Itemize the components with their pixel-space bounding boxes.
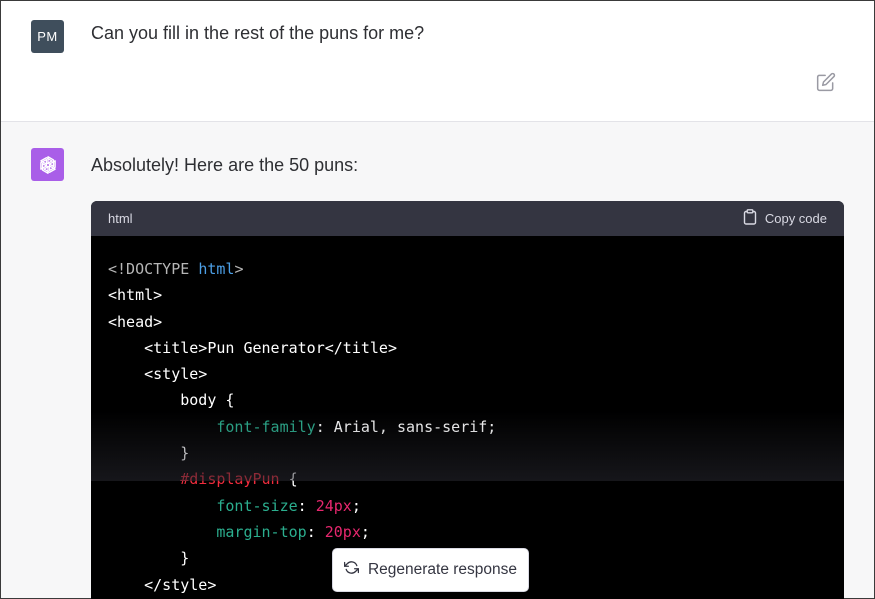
code-token: <style> — [108, 365, 208, 384]
clipboard-icon — [743, 209, 757, 228]
code-line: <!DOCTYPE html> — [108, 256, 844, 282]
code-line: <html> — [108, 282, 844, 308]
copy-code-label: Copy code — [764, 211, 827, 226]
code-token: font-family — [216, 417, 316, 436]
code-token: 24px — [315, 496, 352, 515]
code-token: margin-top — [216, 522, 307, 541]
assistant-message: Absolutely! Here are the 50 puns: html C… — [1, 122, 874, 599]
code-token: : — [297, 496, 316, 515]
code-token: } — [108, 549, 190, 568]
openai-logo-icon — [31, 148, 64, 181]
code-token: <html> — [108, 286, 163, 305]
code-token: ; — [360, 522, 370, 541]
regenerate-response-button[interactable]: Regenerate response — [332, 548, 529, 592]
user-avatar: PM — [31, 20, 64, 53]
regenerate-label: Regenerate response — [367, 561, 518, 578]
refresh-icon — [343, 560, 359, 580]
code-token: : Arial, sans-serif; — [315, 417, 497, 436]
user-avatar-initials: PM — [37, 29, 58, 44]
code-token: ; — [351, 496, 361, 515]
code-token: { — [279, 470, 298, 489]
code-token: <title>Pun Generator</title> — [108, 338, 397, 357]
code-token: 20px — [324, 522, 361, 541]
code-line: <style> — [108, 361, 844, 387]
code-line: <head> — [108, 309, 844, 335]
code-token: : — [306, 522, 325, 541]
code-language-label: html — [108, 211, 133, 226]
code-token: <head> — [108, 312, 163, 331]
code-line: } — [108, 440, 844, 466]
code-block-header: html Copy code — [91, 201, 844, 236]
user-message-text: Can you fill in the rest of the puns for… — [91, 23, 425, 43]
assistant-message-text: Absolutely! Here are the 50 puns: — [91, 155, 359, 175]
pencil-square-icon[interactable] — [816, 72, 836, 92]
code-line: font-size: 24px; — [108, 493, 844, 519]
code-token: > — [234, 260, 244, 278]
user-message: PM Can you fill in the rest of the puns … — [1, 1, 874, 122]
code-content: <!DOCTYPE html> <html> <head> <title>Pun G… — [91, 236, 844, 598]
code-line: <title>Pun Generator</title> — [108, 335, 844, 361]
code-token: } — [108, 444, 190, 463]
code-token: font-size — [216, 496, 298, 515]
code-block: html Copy code <!DOCTYPE html> <html> <hea… — [91, 201, 844, 599]
code-line: #displayPun { — [108, 466, 844, 492]
code-line: body { — [108, 387, 844, 413]
code-token: html — [198, 260, 235, 278]
code-line: margin-top: 20px; — [108, 519, 844, 545]
code-token: body { — [108, 391, 235, 410]
code-line: font-family: Arial, sans-serif; — [108, 414, 844, 440]
code-token: #displayPun — [180, 470, 280, 489]
code-token: <!DOCTYPE — [108, 260, 199, 278]
code-token: </style> — [108, 575, 217, 594]
copy-code-button[interactable]: Copy code — [743, 209, 827, 228]
